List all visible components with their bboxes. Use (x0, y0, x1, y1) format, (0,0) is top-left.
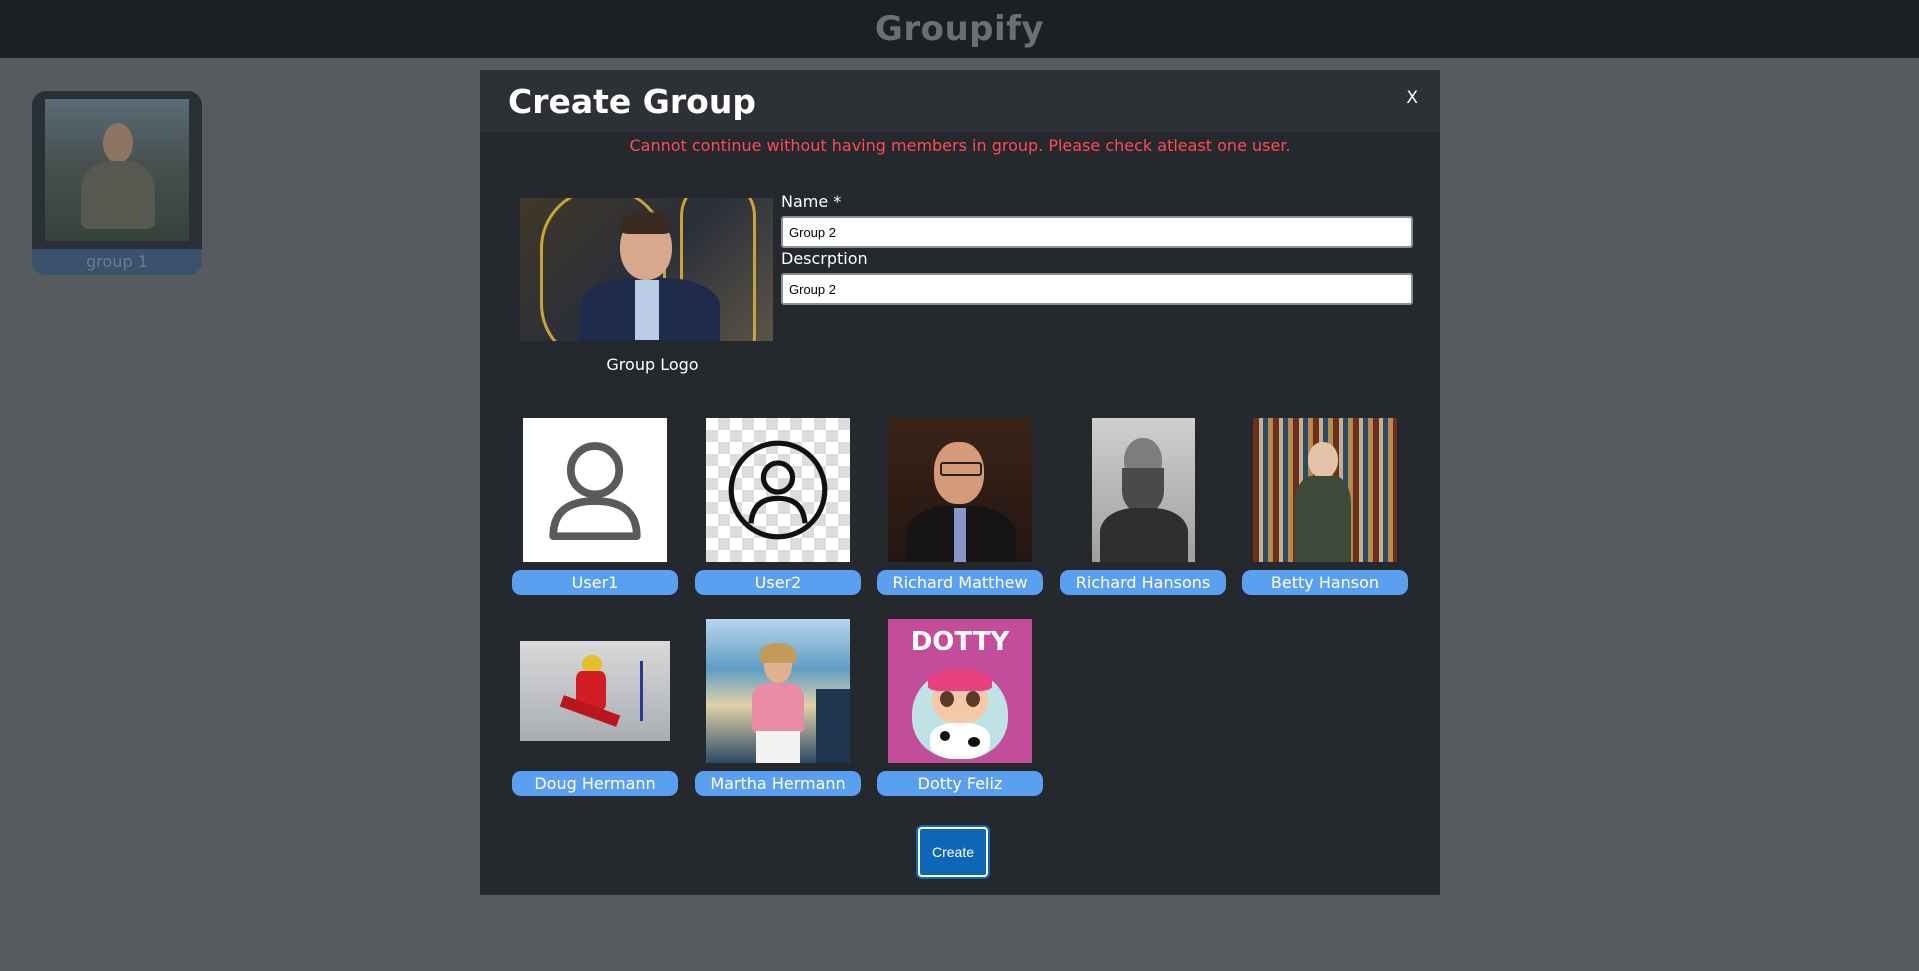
app-title: Groupify (874, 9, 1045, 49)
description-input[interactable] (781, 273, 1413, 305)
member-photo[interactable]: DOTTY (877, 618, 1043, 763)
member-card[interactable]: User1 (512, 417, 678, 595)
member-card[interactable]: Doug Hermann (512, 618, 678, 796)
member-card[interactable]: Betty Hanson (1242, 417, 1408, 595)
member-card[interactable]: Martha Hermann (695, 618, 861, 796)
group-logo-image[interactable] (520, 198, 773, 341)
member-photo[interactable] (877, 417, 1043, 562)
member-name[interactable]: Richard Matthew (877, 570, 1043, 595)
member-name[interactable]: Betty Hanson (1242, 570, 1408, 595)
member-name[interactable]: Dotty Feliz (877, 771, 1043, 796)
member-name[interactable]: User2 (695, 570, 861, 595)
create-button[interactable]: Create (918, 827, 988, 877)
member-photo[interactable] (512, 417, 678, 562)
close-button[interactable]: X (1406, 88, 1418, 108)
member-photo[interactable] (1242, 417, 1408, 562)
member-name[interactable]: Doug Hermann (512, 771, 678, 796)
member-card[interactable]: Richard Hansons (1060, 417, 1226, 595)
group-card[interactable]: group 1 (32, 91, 202, 275)
member-name[interactable]: Richard Hansons (1060, 570, 1226, 595)
create-group-modal: Create Group X Cannot continue without h… (480, 70, 1440, 895)
user-outline-icon (549, 441, 641, 540)
member-card[interactable]: User2 (695, 417, 861, 595)
group-thumbnail (45, 99, 189, 241)
member-photo[interactable] (1060, 417, 1226, 562)
member-photo[interactable] (695, 417, 861, 562)
name-input[interactable] (781, 216, 1413, 248)
modal-title: Create Group (508, 82, 756, 121)
member-photo[interactable] (512, 618, 678, 763)
group-logo-caption: Group Logo (606, 355, 699, 374)
app-header: Groupify (0, 0, 1919, 58)
name-label: Name * (781, 192, 842, 211)
member-card[interactable]: DOTTY Dotty Feliz (877, 618, 1043, 796)
member-photo[interactable] (695, 618, 861, 763)
member-name[interactable]: Martha Hermann (695, 771, 861, 796)
group-card-label: group 1 (32, 249, 202, 275)
error-message: Cannot continue without having members i… (629, 136, 1291, 155)
member-name[interactable]: User1 (512, 570, 678, 595)
description-label: Descrption (781, 249, 868, 268)
member-card[interactable]: Richard Matthew (877, 417, 1043, 595)
modal-header: Create Group X (480, 70, 1440, 132)
user-circle-icon (728, 440, 828, 539)
dotty-image-text: DOTTY (910, 626, 1010, 657)
